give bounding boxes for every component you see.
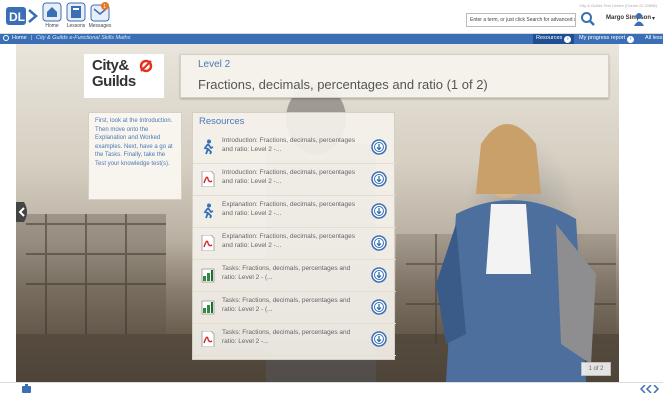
search-input[interactable]: Enter a term, or just click Search for a…: [466, 13, 576, 27]
page-title: Fractions, decimals, percentages and rat…: [198, 77, 488, 92]
resource-label[interactable]: Introduction: Fractions, decimals, perce…: [222, 169, 362, 186]
nav-lessons-label: Lessons: [66, 23, 86, 29]
nav-messages-label: Messages: [88, 23, 112, 29]
breadcrumb-home[interactable]: Home: [12, 35, 27, 41]
pdf-icon: [201, 170, 215, 188]
search-icon[interactable]: [580, 11, 596, 27]
resource-item[interactable]: Tasks: Fractions, decimals, percentages …: [193, 261, 396, 292]
launch-resource-icon[interactable]: [371, 235, 387, 251]
tab-resources[interactable]: Resources ›: [533, 34, 575, 44]
instructions-panel: First, look at the Introduction. Then mo…: [88, 112, 182, 200]
svg-text:DL: DL: [9, 10, 25, 24]
resource-label[interactable]: Explanation: Fractions, decimals, percen…: [222, 233, 362, 250]
page-nav-arrows-icon[interactable]: [640, 385, 660, 393]
nav-home-button[interactable]: Home: [40, 2, 64, 29]
logo-line-2: Guilds: [92, 73, 136, 90]
breadcrumb-separator: |: [31, 35, 33, 41]
runner-icon: [201, 139, 215, 155]
right-gutter: [619, 44, 663, 382]
resource-label[interactable]: Explanation: Fractions, decimals, percen…: [222, 201, 362, 218]
runner-icon: [201, 203, 215, 219]
resource-item[interactable]: Tasks: Fractions, decimals, percentages …: [193, 293, 396, 324]
resources-arrow-icon: ›: [564, 36, 572, 43]
nav-lessons-button[interactable]: Lessons: [64, 2, 88, 29]
resource-label[interactable]: Introduction: Fractions, decimals, perce…: [222, 137, 362, 154]
progress-arrow-icon: ›: [627, 36, 635, 43]
resources-heading: Resources: [199, 116, 245, 127]
top-bar: DL Home Lessons 1 Messages City & Guilds…: [0, 0, 663, 34]
resource-item[interactable]: Introduction: Fractions, decimals, perce…: [193, 133, 396, 164]
user-avatar-icon[interactable]: [634, 12, 644, 26]
launch-resource-icon[interactable]: [371, 203, 387, 219]
pdf-icon: [201, 330, 215, 348]
home-icon: [42, 2, 62, 22]
page-indicator: 1 of 2: [581, 362, 611, 376]
lessons-icon: [66, 2, 86, 22]
tab-resources-label: Resources: [536, 35, 563, 41]
home-crumb-icon[interactable]: [3, 35, 9, 42]
tab-progress-label: My progress report: [579, 35, 626, 41]
launch-resource-icon[interactable]: [371, 171, 387, 187]
version-text: City & Guilds Test Centre (Centre ID 228…: [579, 3, 657, 8]
spreadsheet-icon: [201, 299, 215, 315]
launch-resource-icon[interactable]: [371, 267, 387, 283]
resource-label[interactable]: Tasks: Fractions, decimals, percentages …: [222, 297, 362, 314]
breadcrumb-course[interactable]: City & Guilds e-Functional Skills Maths: [36, 35, 130, 41]
spreadsheet-icon: [201, 267, 215, 283]
city-guilds-logo: City& Guilds: [84, 54, 164, 98]
resource-item[interactable]: Introduction: Fractions, decimals, perce…: [193, 165, 396, 196]
user-menu-caret[interactable]: ▾: [652, 15, 655, 22]
launch-resource-icon[interactable]: [371, 331, 387, 347]
tab-progress-report[interactable]: My progress report ›: [576, 34, 637, 44]
launch-resource-icon[interactable]: [371, 139, 387, 155]
resources-panel: Resources Introduction: Fractions, decim…: [192, 112, 396, 360]
briefcase-icon[interactable]: [22, 384, 31, 393]
breadcrumb: Home | City & Guilds e-Functional Skills…: [0, 34, 663, 44]
app-window: DL Home Lessons 1 Messages City & Guilds…: [0, 0, 663, 393]
messages-badge: 1: [103, 4, 106, 10]
nav-home-label: Home: [45, 23, 59, 29]
resource-label[interactable]: Tasks: Fractions, decimals, percentages …: [222, 265, 362, 282]
tab-all-label: All less: [645, 35, 663, 41]
previous-page-arrow-icon[interactable]: [16, 202, 30, 222]
app-logo-icon[interactable]: DL: [6, 4, 38, 28]
user-name[interactable]: Margo Simpson: [606, 15, 651, 21]
level-label: Level 2: [198, 59, 231, 70]
resource-label[interactable]: Tasks: Fractions, decimals, percentages …: [222, 329, 362, 346]
nav-messages-button[interactable]: 1 Messages: [88, 2, 112, 29]
lesson-title-panel: Level 2 Fractions, decimals, percentages…: [180, 54, 609, 98]
logo-line-1: City&: [92, 57, 129, 74]
tab-all-lessons[interactable]: All less: [642, 34, 663, 44]
pdf-icon: [201, 234, 215, 252]
resource-item[interactable]: Tasks: Fractions, decimals, percentages …: [193, 325, 396, 356]
left-gutter: [0, 44, 16, 382]
bottom-bar: [0, 382, 663, 393]
resource-item[interactable]: Explanation: Fractions, decimals, percen…: [193, 229, 396, 260]
resource-item[interactable]: Explanation: Fractions, decimals, percen…: [193, 197, 396, 228]
logo-swirl-icon: [139, 59, 153, 73]
messages-icon: 1: [90, 2, 110, 22]
launch-resource-icon[interactable]: [371, 299, 387, 315]
